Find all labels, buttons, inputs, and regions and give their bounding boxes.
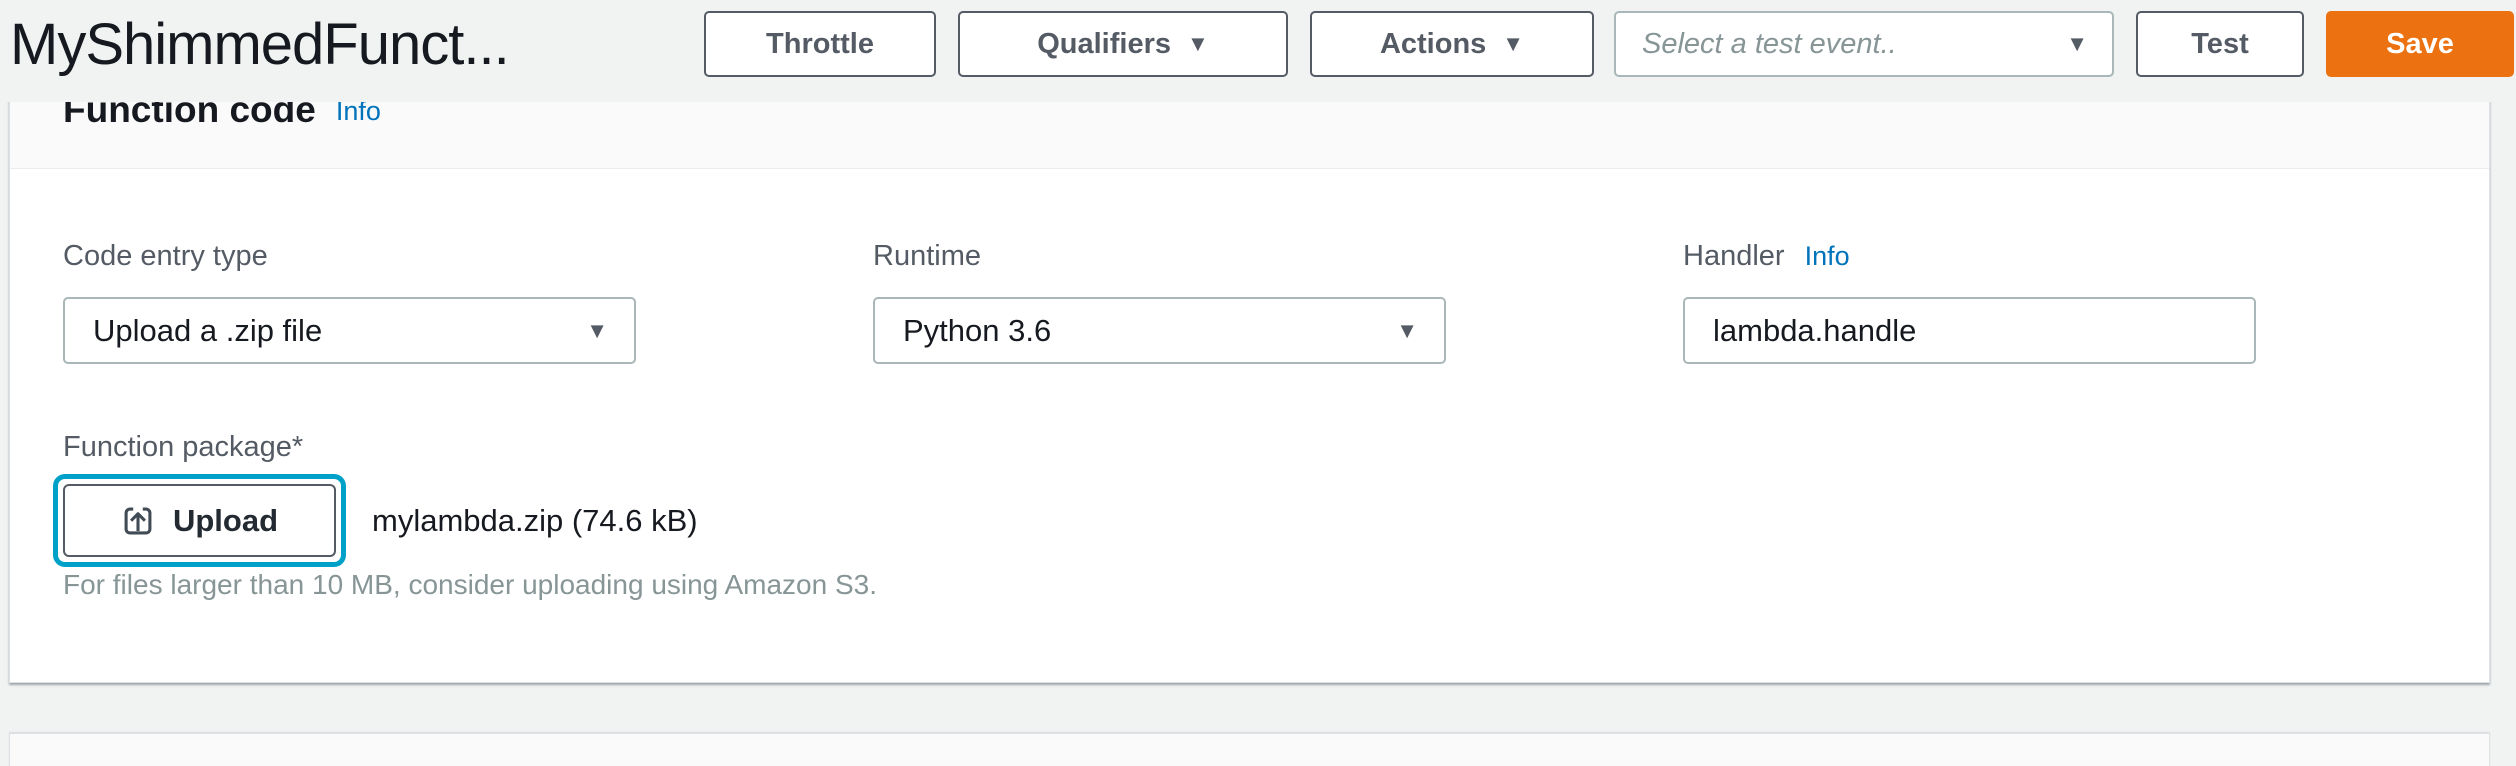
code-entry-type-value: Upload a .zip file <box>93 313 322 349</box>
handler-input[interactable] <box>1683 297 2256 364</box>
upload-button-focus-ring: Upload <box>53 474 346 567</box>
runtime-field: Runtime Python 3.6 ▼ <box>873 240 1446 364</box>
upload-row: Upload mylambda.zip (74.6 kB) <box>53 474 698 567</box>
upload-button-label: Upload <box>173 503 278 539</box>
throttle-button[interactable]: Throttle <box>704 11 936 77</box>
function-package-label: Function package* <box>63 431 303 464</box>
next-section-panel <box>9 733 2490 766</box>
function-code-panel: Function code Info Code entry type Uploa… <box>9 40 2490 683</box>
uploaded-file-info: mylambda.zip (74.6 kB) <box>372 503 698 539</box>
code-entry-type-field: Code entry type Upload a .zip file ▼ <box>63 240 636 364</box>
qualifiers-button-label: Qualifiers <box>1037 28 1171 61</box>
chevron-down-icon: ▼ <box>1396 318 1418 344</box>
chevron-down-icon: ▼ <box>586 318 608 344</box>
upload-helper-text: For files larger than 10 MB, consider up… <box>63 569 877 601</box>
save-button[interactable]: Save <box>2326 11 2514 77</box>
chevron-down-icon: ▼ <box>1502 31 1524 57</box>
qualifiers-dropdown-button[interactable]: Qualifiers ▼ <box>958 11 1288 77</box>
handler-label: Handler <box>1683 240 1785 273</box>
function-code-panel-body: Code entry type Upload a .zip file ▼ Run… <box>10 169 2489 682</box>
chevron-down-icon: ▼ <box>1187 31 1209 57</box>
handler-info-link[interactable]: Info <box>1805 243 1850 270</box>
upload-icon <box>121 504 155 538</box>
actions-button-label: Actions <box>1380 28 1486 61</box>
chevron-down-icon: ▼ <box>2066 31 2088 57</box>
test-button[interactable]: Test <box>2136 11 2304 77</box>
runtime-value: Python 3.6 <box>903 313 1051 349</box>
save-button-label: Save <box>2386 28 2454 61</box>
test-button-label: Test <box>2191 28 2248 61</box>
runtime-label: Runtime <box>873 240 1446 273</box>
upload-button[interactable]: Upload <box>63 484 336 557</box>
function-name-title: MyShimmedFunct... <box>10 11 682 78</box>
function-code-info-link[interactable]: Info <box>336 98 381 125</box>
throttle-button-label: Throttle <box>766 28 874 61</box>
test-event-select[interactable]: Select a test event.. ▼ <box>1614 11 2114 77</box>
actions-dropdown-button[interactable]: Actions ▼ <box>1310 11 1594 77</box>
runtime-select[interactable]: Python 3.6 ▼ <box>873 297 1446 364</box>
code-entry-type-label: Code entry type <box>63 240 636 273</box>
test-event-placeholder: Select a test event.. <box>1642 28 1897 61</box>
handler-field: Handler Info <box>1683 240 2256 364</box>
top-action-bar: MyShimmedFunct... Throttle Qualifiers ▼ … <box>0 0 2516 102</box>
code-entry-type-select[interactable]: Upload a .zip file ▼ <box>63 297 636 364</box>
lambda-console-page: Function code Info Code entry type Uploa… <box>0 0 2516 766</box>
